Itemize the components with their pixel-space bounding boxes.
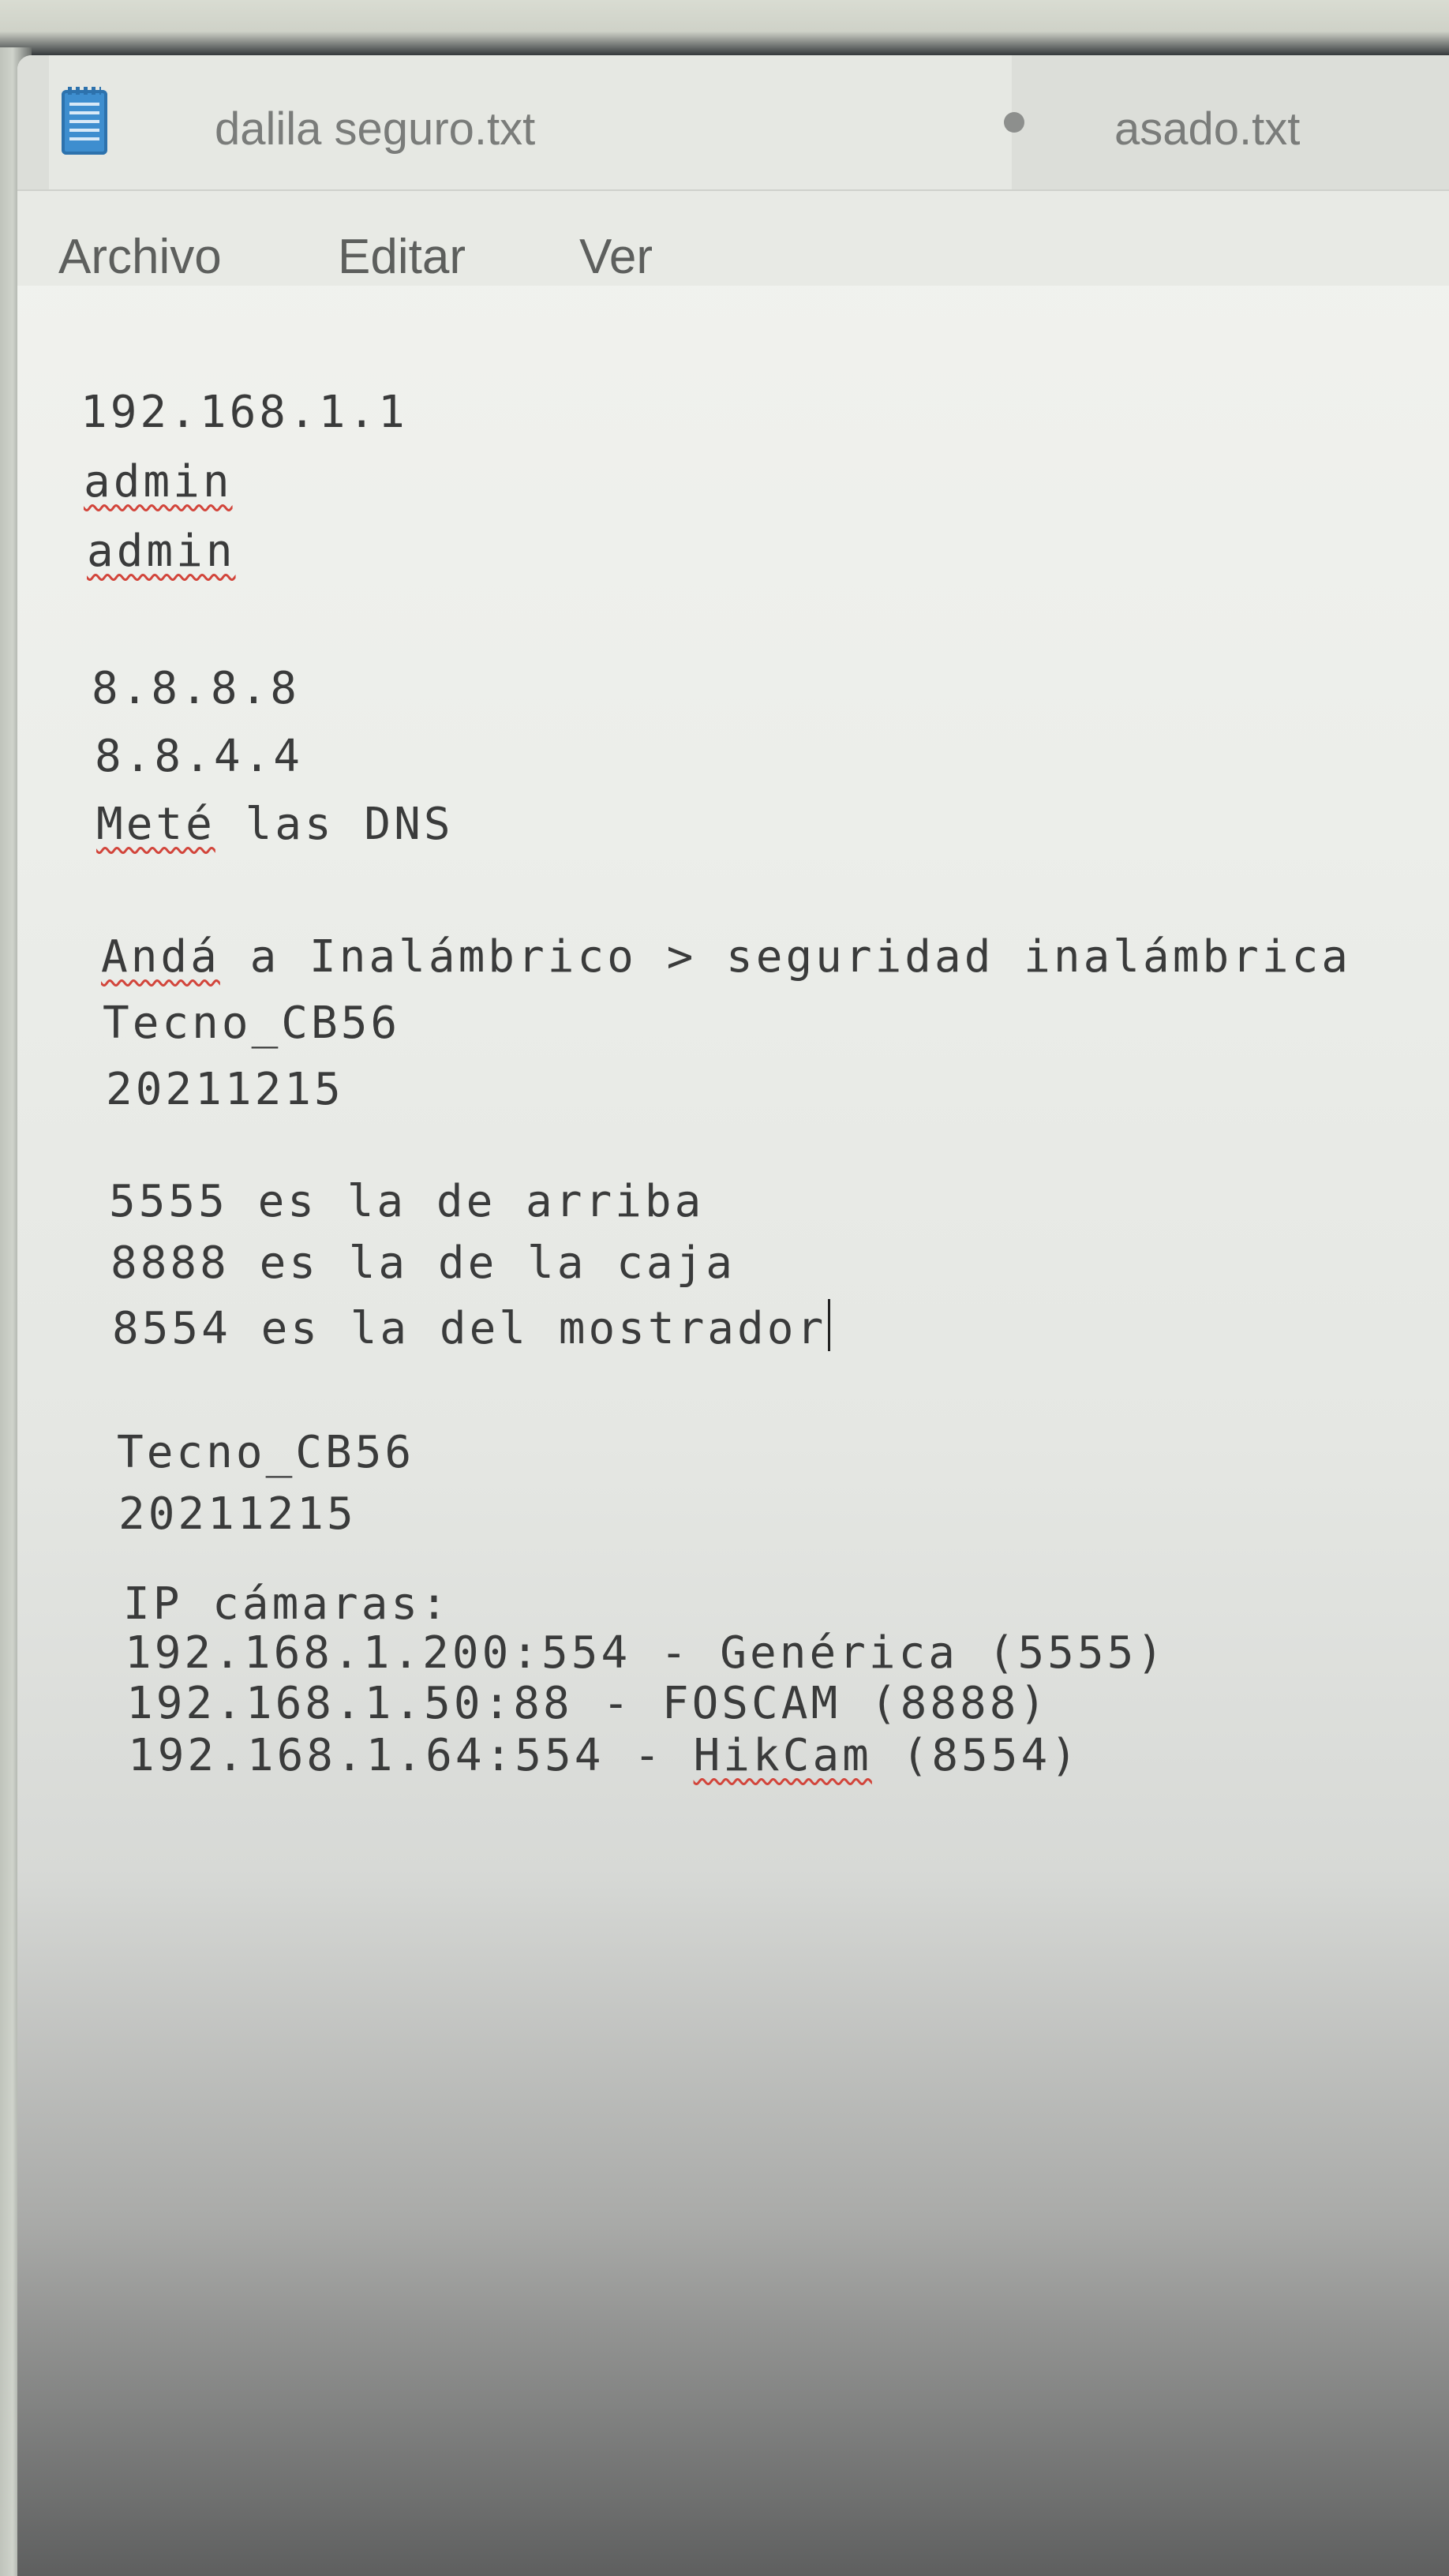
screen: dalila seguro.txt asado.txt Archivo Edit…	[0, 0, 1449, 2576]
monitor-bezel-top	[0, 0, 1449, 57]
spellcheck-word: Andá	[101, 931, 220, 983]
text-line: 20211215	[118, 1488, 357, 1540]
text-caret	[828, 1299, 831, 1351]
text-line: Andá a Inalámbrico > seguridad inalámbri…	[101, 931, 1352, 983]
menu-bar	[17, 191, 1449, 286]
text-line: admin	[84, 456, 233, 507]
text-line: 192.168.1.64:554 - HikCam (8554)	[128, 1730, 1080, 1781]
spellcheck-word: HikCam	[693, 1730, 872, 1781]
spellcheck-word: Meté	[96, 799, 215, 850]
text-line: 192.168.1.200:554 - Genérica (5555)	[125, 1627, 1167, 1679]
text-line: 8.8.4.4	[95, 731, 304, 782]
menu-editar[interactable]: Editar	[338, 229, 466, 285]
text-line: IP cámaras:	[123, 1578, 451, 1630]
text-line: admin	[87, 526, 236, 577]
text-line: Meté las DNS	[96, 799, 454, 850]
tab-title-inactive: asado.txt	[1114, 103, 1301, 155]
text-line: Tecno_CB56	[117, 1427, 415, 1478]
text-line: 192.168.1.1	[80, 387, 408, 438]
text-line: Tecno_CB56	[103, 998, 401, 1049]
text-line: 192.168.1.50:88 - FOSCAM (8888)	[126, 1678, 1050, 1729]
notepad-file-icon	[62, 87, 107, 155]
unsaved-dot-icon[interactable]	[1004, 112, 1024, 133]
text-line: 20211215	[106, 1064, 344, 1115]
text-line: 5555 es la de arriba	[109, 1176, 705, 1227]
menu-archivo[interactable]: Archivo	[58, 229, 222, 285]
text-line: 8.8.8.8	[92, 663, 301, 714]
menu-ver[interactable]: Ver	[579, 229, 653, 285]
tab-title-active: dalila seguro.txt	[215, 103, 536, 155]
notepad-window: dalila seguro.txt asado.txt Archivo Edit…	[17, 55, 1449, 2576]
text-line: 8888 es la de la caja	[110, 1237, 736, 1289]
tab-bar: dalila seguro.txt asado.txt	[17, 55, 1449, 191]
text-line: 8554 es la del mostrador	[112, 1299, 831, 1354]
